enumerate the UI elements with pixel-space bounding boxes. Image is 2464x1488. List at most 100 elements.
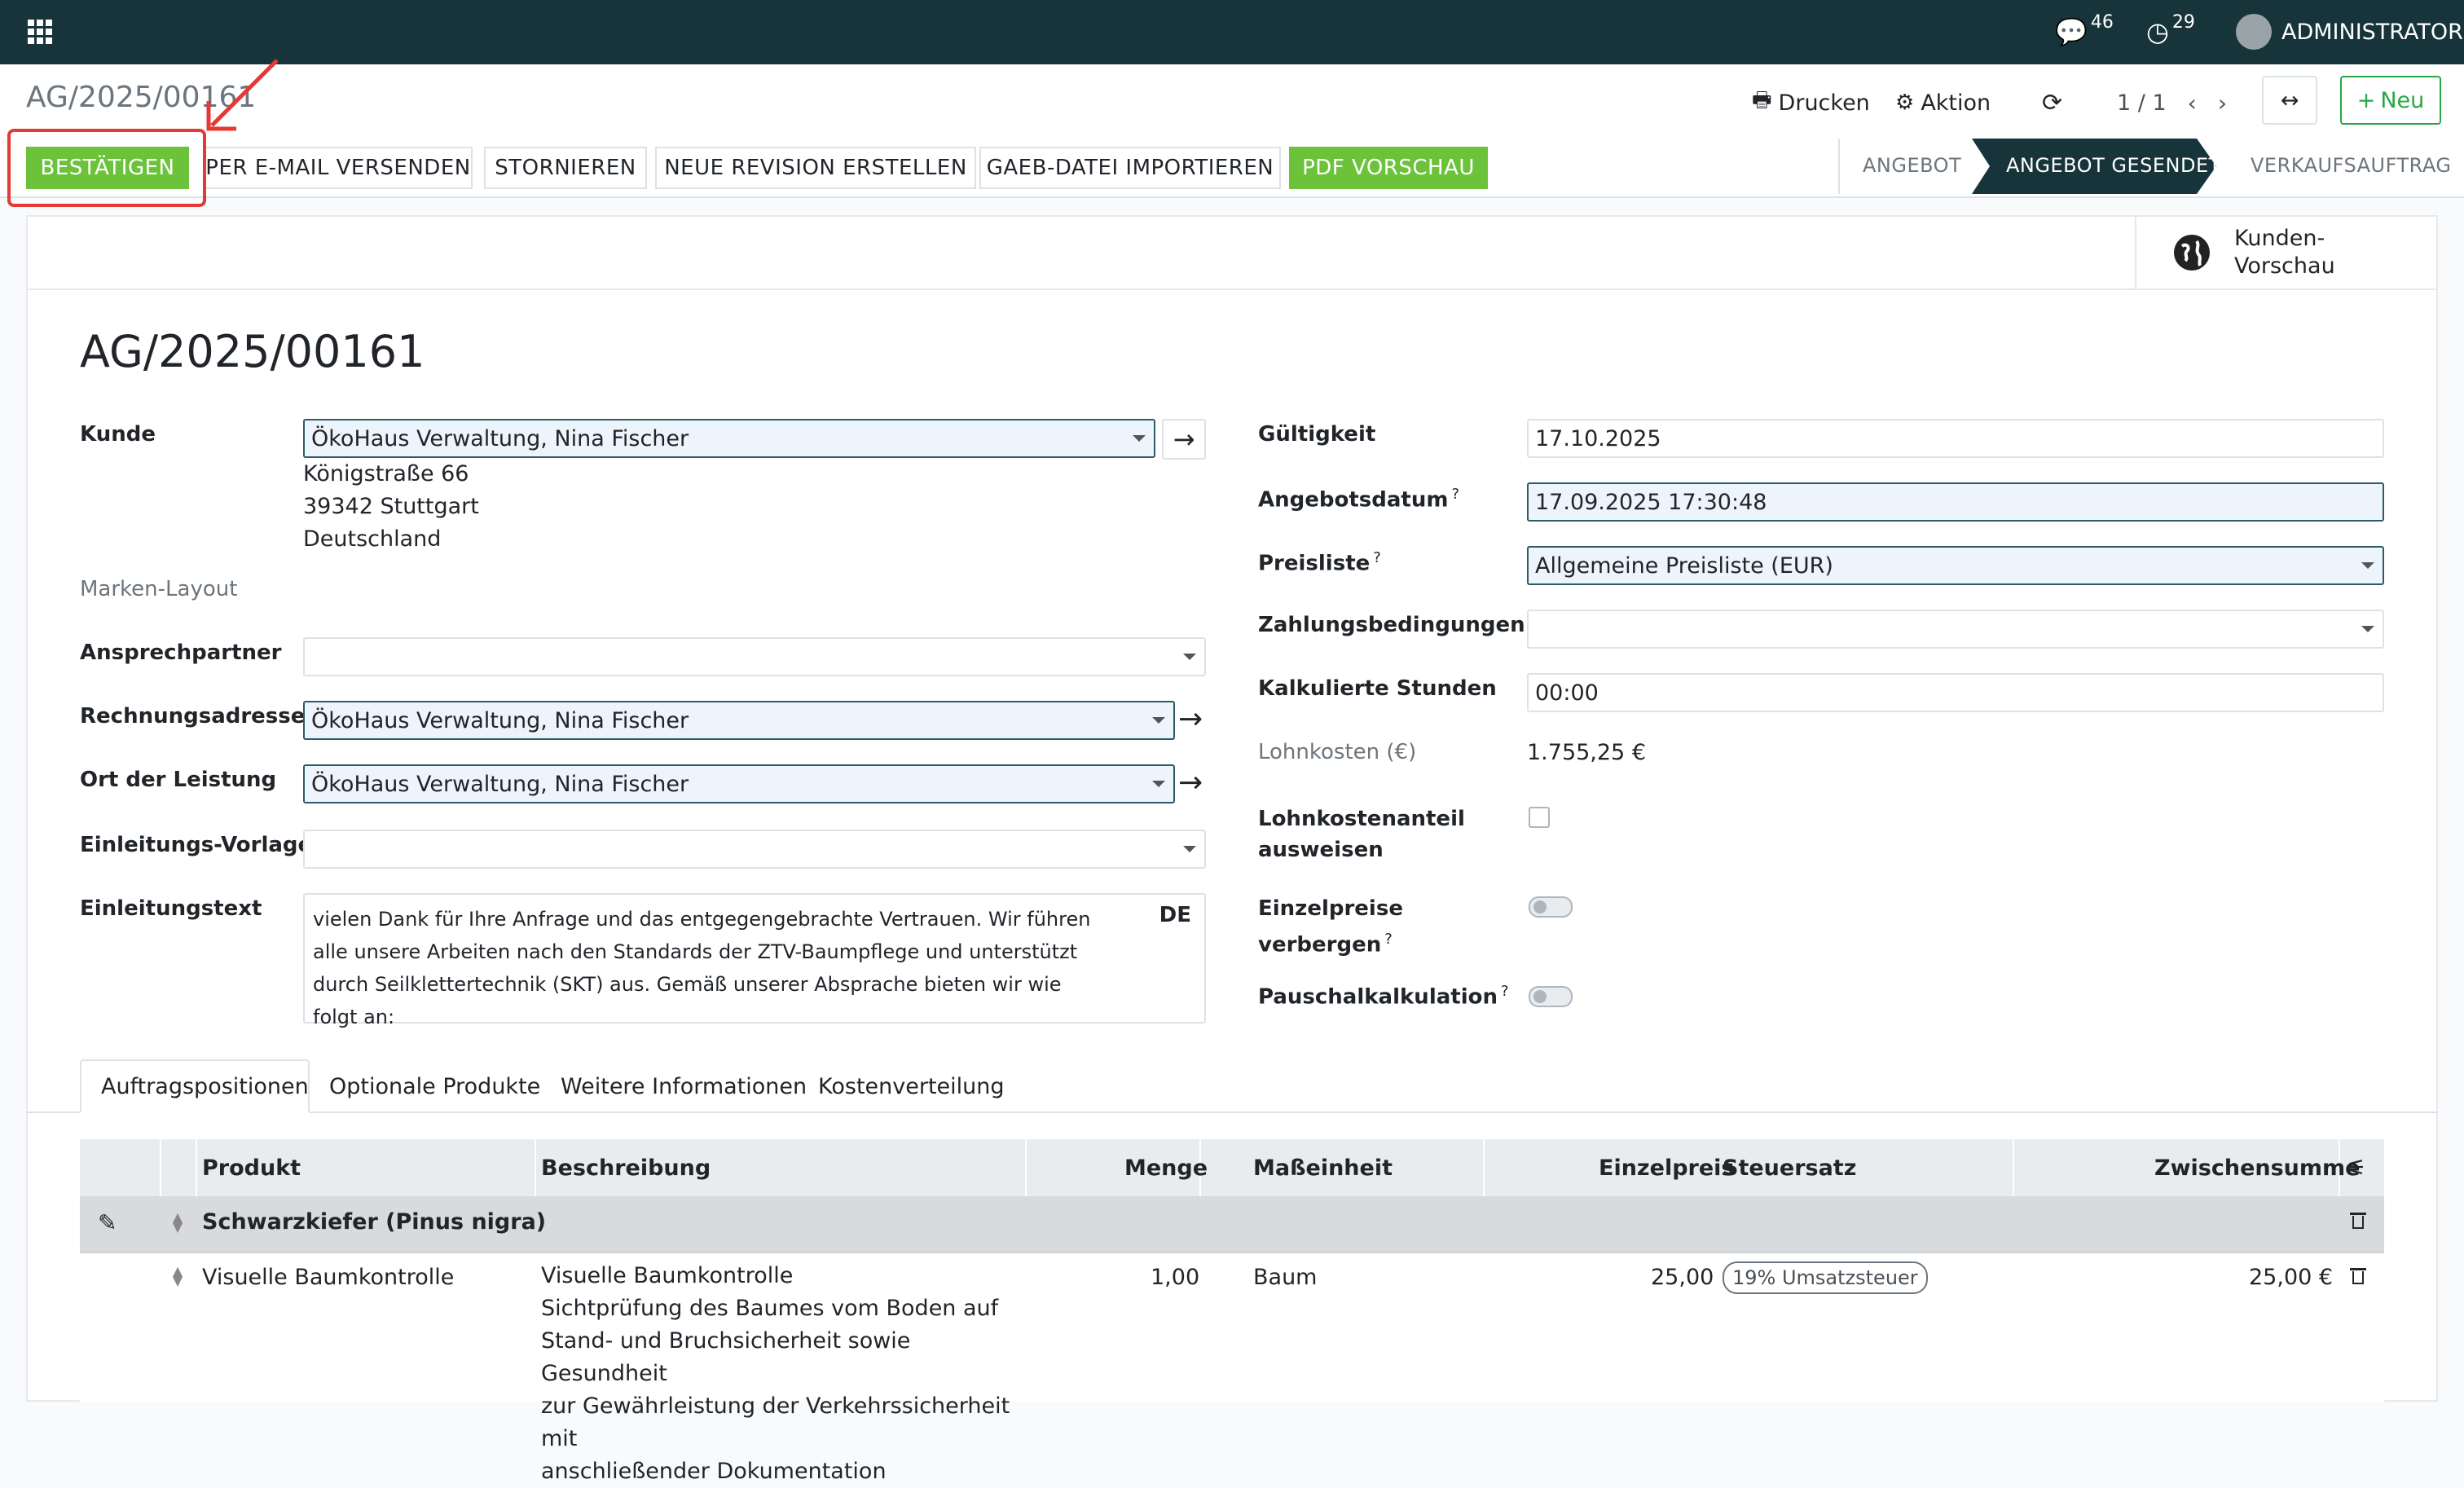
intro-text-editor[interactable]: vielen Dank für Ihre Anfrage und das ent… — [303, 893, 1206, 1028]
cancel-order-button[interactable]: STORNIEREN — [484, 147, 647, 189]
hide-prices-label: Einzelpreise verbergen? — [1258, 893, 1403, 961]
customer-field[interactable]: ÖkoHaus Verwaltung, Nina Fischer — [303, 419, 1155, 458]
row-product[interactable]: Visuelle Baumkontrolle — [202, 1265, 454, 1290]
invoice-address-value: ÖkoHaus Verwaltung, Nina Fischer — [311, 707, 689, 733]
trash-icon[interactable] — [2350, 1266, 2366, 1286]
validity-label: Gültigkeit — [1258, 422, 1376, 447]
drag-handle-icon[interactable]: ▲ ▼ — [171, 1211, 184, 1234]
arrow-right-icon: → — [1173, 424, 1195, 455]
tab-other-info[interactable]: Weitere Informationen — [561, 1059, 807, 1113]
hide-prices-toggle[interactable] — [1529, 896, 1573, 918]
customer-preview-button[interactable]: Kunden- Vorschau — [2135, 217, 2438, 288]
intro-template-field[interactable] — [303, 830, 1206, 869]
labor-share-label: Lohnkostenanteil ausweisen — [1258, 803, 1465, 865]
validity-value: 17.10.2025 — [1535, 425, 1661, 451]
delivery-label: Ort der Leistung — [80, 768, 277, 792]
arrow-right-icon[interactable]: → — [1178, 702, 1203, 736]
expand-button[interactable]: ↔ — [2262, 76, 2317, 125]
chevron-down-icon — [1152, 717, 1165, 724]
col-product[interactable]: Produkt — [202, 1139, 301, 1196]
payment-terms-field[interactable] — [1527, 610, 2384, 649]
col-unit-price[interactable]: Einzelpreis — [1599, 1139, 1734, 1196]
invoice-address-field[interactable]: ÖkoHaus Verwaltung, Nina Fischer — [303, 701, 1175, 740]
chevron-right-icon[interactable]: › — [2218, 90, 2227, 117]
gaeb-import-button[interactable]: GAEB-DATEI IMPORTIEREN — [979, 147, 1281, 189]
flat-calc-label-text: Pauschalkalkulation — [1258, 984, 1498, 1010]
delivery-field[interactable]: ÖkoHaus Verwaltung, Nina Fischer — [303, 764, 1175, 803]
stage-sales-order[interactable]: VERKAUFSAUFTRAG — [2251, 137, 2451, 194]
new-button[interactable]: + Neu — [2340, 76, 2441, 125]
col-tax[interactable]: Steuersatz — [1723, 1139, 1856, 1196]
messages-button[interactable]: 💬 46 — [2055, 12, 2114, 49]
quote-date-field[interactable]: 17.09.2025 17:30:48 — [1527, 482, 2384, 522]
pager-value[interactable]: 1 / 1 — [2117, 90, 2167, 116]
delivery-value: ÖkoHaus Verwaltung, Nina Fischer — [311, 771, 689, 797]
intro-template-label: Einleitungs-Vorlage — [80, 833, 313, 857]
pricelist-value: Allgemeine Preisliste (EUR) — [1535, 552, 1833, 579]
pricelist-label: Preisliste? — [1258, 549, 1381, 576]
labor-share-checkbox[interactable] — [1529, 807, 1550, 828]
contact-field[interactable] — [303, 637, 1206, 676]
pdf-preview-button[interactable]: PDF VORSCHAU — [1289, 147, 1488, 189]
preview-label-2: Vorschau — [2234, 253, 2335, 279]
quote-date-value: 17.09.2025 17:30:48 — [1535, 489, 1767, 515]
tab-cost-distribution[interactable]: Kostenverteilung — [818, 1059, 1005, 1113]
arrow-right-icon[interactable]: → — [1178, 766, 1203, 799]
chevron-down-icon — [1183, 846, 1196, 852]
help-icon[interactable]: ? — [1451, 486, 1459, 503]
clock-icon: ◷ — [2146, 16, 2169, 47]
quote-date-label-text: Angebotsdatum — [1258, 487, 1449, 513]
new-revision-button[interactable]: NEUE REVISION ERSTELLEN — [655, 147, 976, 189]
tab-optional-products[interactable]: Optionale Produkte — [329, 1059, 540, 1113]
row-unit-price[interactable]: 25,00 — [1651, 1265, 1714, 1290]
chevron-down-icon — [1183, 654, 1196, 660]
section-title: Schwarzkiefer (Pinus nigra) — [202, 1209, 547, 1235]
edit-icon[interactable]: ✎ — [98, 1209, 117, 1236]
col-subtotal[interactable]: Zwischensumme — [2154, 1139, 2360, 1196]
globe-icon — [2174, 235, 2210, 271]
labor-share-label-2: ausweisen — [1258, 838, 1384, 862]
payment-terms-label: Zahlungsbedingungen — [1258, 613, 1525, 637]
chat-icon: 💬 — [2055, 16, 2088, 47]
col-uom[interactable]: Maßeinheit — [1253, 1139, 1393, 1196]
help-icon[interactable]: ? — [1384, 931, 1393, 948]
refresh-button[interactable]: ⟳ — [2042, 84, 2062, 121]
row-quantity[interactable]: 1,00 — [1151, 1265, 1199, 1290]
tab-order-lines[interactable]: Auftragspositionen — [80, 1059, 310, 1113]
address-line-2: 39342 Stuttgart — [303, 494, 479, 519]
print-button[interactable]: 🖶 Drucken — [1752, 84, 1870, 121]
language-badge[interactable]: DE — [1159, 903, 1191, 927]
help-icon[interactable]: ? — [1373, 549, 1381, 566]
stage-quote[interactable]: ANGEBOT — [1863, 137, 1961, 194]
app-menu-icon[interactable] — [28, 20, 52, 44]
button-box — [26, 215, 2438, 290]
customer-external-button[interactable]: → — [1162, 419, 1206, 460]
row-uom[interactable]: Baum — [1253, 1265, 1317, 1290]
chevron-down-icon — [1152, 781, 1165, 787]
send-email-button[interactable]: PER E-MAIL VERSENDEN — [204, 147, 473, 189]
drag-handle-icon[interactable]: ▲ ▼ — [171, 1265, 184, 1288]
chevron-left-icon[interactable]: ‹ — [2188, 90, 2197, 117]
trash-icon[interactable] — [2350, 1211, 2366, 1230]
col-quantity[interactable]: Menge — [1124, 1139, 1208, 1196]
pricelist-field[interactable]: Allgemeine Preisliste (EUR) — [1527, 546, 2384, 585]
user-menu[interactable]: ADMINISTRATOR — [2236, 14, 2463, 50]
tax-badge[interactable]: 19% Umsatzsteuer — [1723, 1261, 1928, 1294]
row-description[interactable]: Visuelle Baumkontrolle Sichtprüfung des … — [541, 1260, 1030, 1488]
activities-button[interactable]: ◷ 29 — [2146, 12, 2195, 49]
brand-layout-label: Marken-Layout — [80, 577, 238, 601]
flat-calc-label: Pauschalkalkulation? — [1258, 983, 1509, 1010]
user-name: ADMINISTRATOR — [2281, 19, 2463, 45]
validity-field[interactable]: 17.10.2025 — [1527, 419, 2384, 458]
col-description[interactable]: Beschreibung — [541, 1139, 711, 1196]
column-settings-icon[interactable]: ⚟ — [2347, 1139, 2366, 1196]
row-subtotal: 25,00 € — [2249, 1265, 2334, 1290]
action-button[interactable]: ⚙ Aktion — [1895, 84, 1991, 121]
address-line-1: Königstraße 66 — [303, 461, 469, 486]
hours-field[interactable]: 00:00 — [1527, 673, 2384, 712]
quote-date-label: Angebotsdatum? — [1258, 486, 1459, 513]
help-icon[interactable]: ? — [1501, 983, 1509, 1000]
chevron-down-icon — [2361, 562, 2374, 569]
flat-calc-toggle[interactable] — [1529, 986, 1573, 1007]
address-line-3: Deutschland — [303, 526, 442, 552]
